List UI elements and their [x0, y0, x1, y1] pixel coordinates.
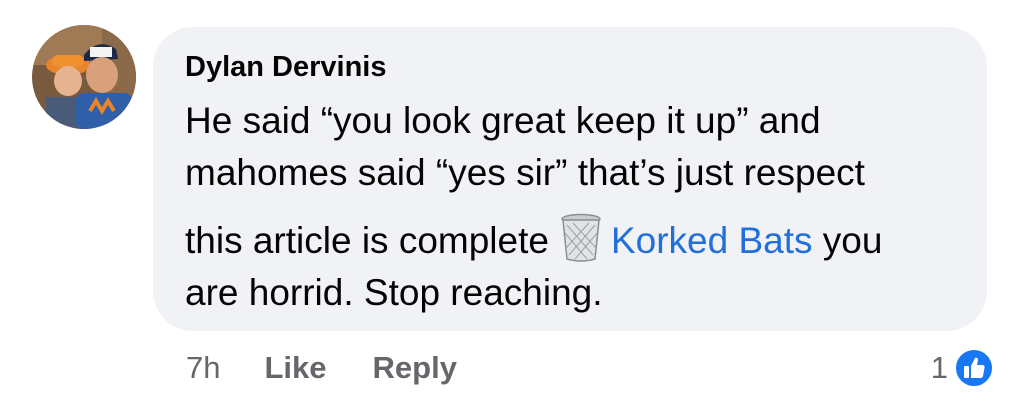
comment-text-segment: you: [812, 220, 883, 261]
reply-button[interactable]: Reply: [373, 350, 457, 386]
comment-timestamp[interactable]: 7h: [186, 350, 220, 386]
wastebasket-icon: [561, 213, 601, 262]
comment-bubble: Dylan Dervinis He said “you look great k…: [153, 27, 987, 331]
avatar-photo: [32, 25, 136, 129]
mention-link[interactable]: Korked Bats: [611, 220, 813, 261]
avatar[interactable]: [32, 25, 136, 129]
comment-line: He said “you look great keep it up” and: [185, 100, 821, 141]
comment-line: mahomes said “yes sir” that’s just respe…: [185, 152, 865, 193]
like-icon: [954, 348, 994, 388]
comment-author[interactable]: Dylan Dervinis: [185, 51, 386, 84]
comment: Dylan Dervinis He said “you look great k…: [0, 0, 1024, 407]
comment-text: He said “you look great keep it up” and …: [185, 95, 975, 319]
comment-actions: 7h Like Reply: [186, 346, 503, 390]
reaction-summary[interactable]: 1: [931, 346, 994, 390]
like-button[interactable]: Like: [264, 350, 326, 386]
comment-line: are horrid. Stop reaching.: [185, 272, 603, 313]
comment-text-segment: this article is complete: [185, 220, 549, 261]
comment-line: this article is complete Korked Bats you: [185, 213, 975, 267]
reaction-count: 1: [930, 350, 948, 385]
